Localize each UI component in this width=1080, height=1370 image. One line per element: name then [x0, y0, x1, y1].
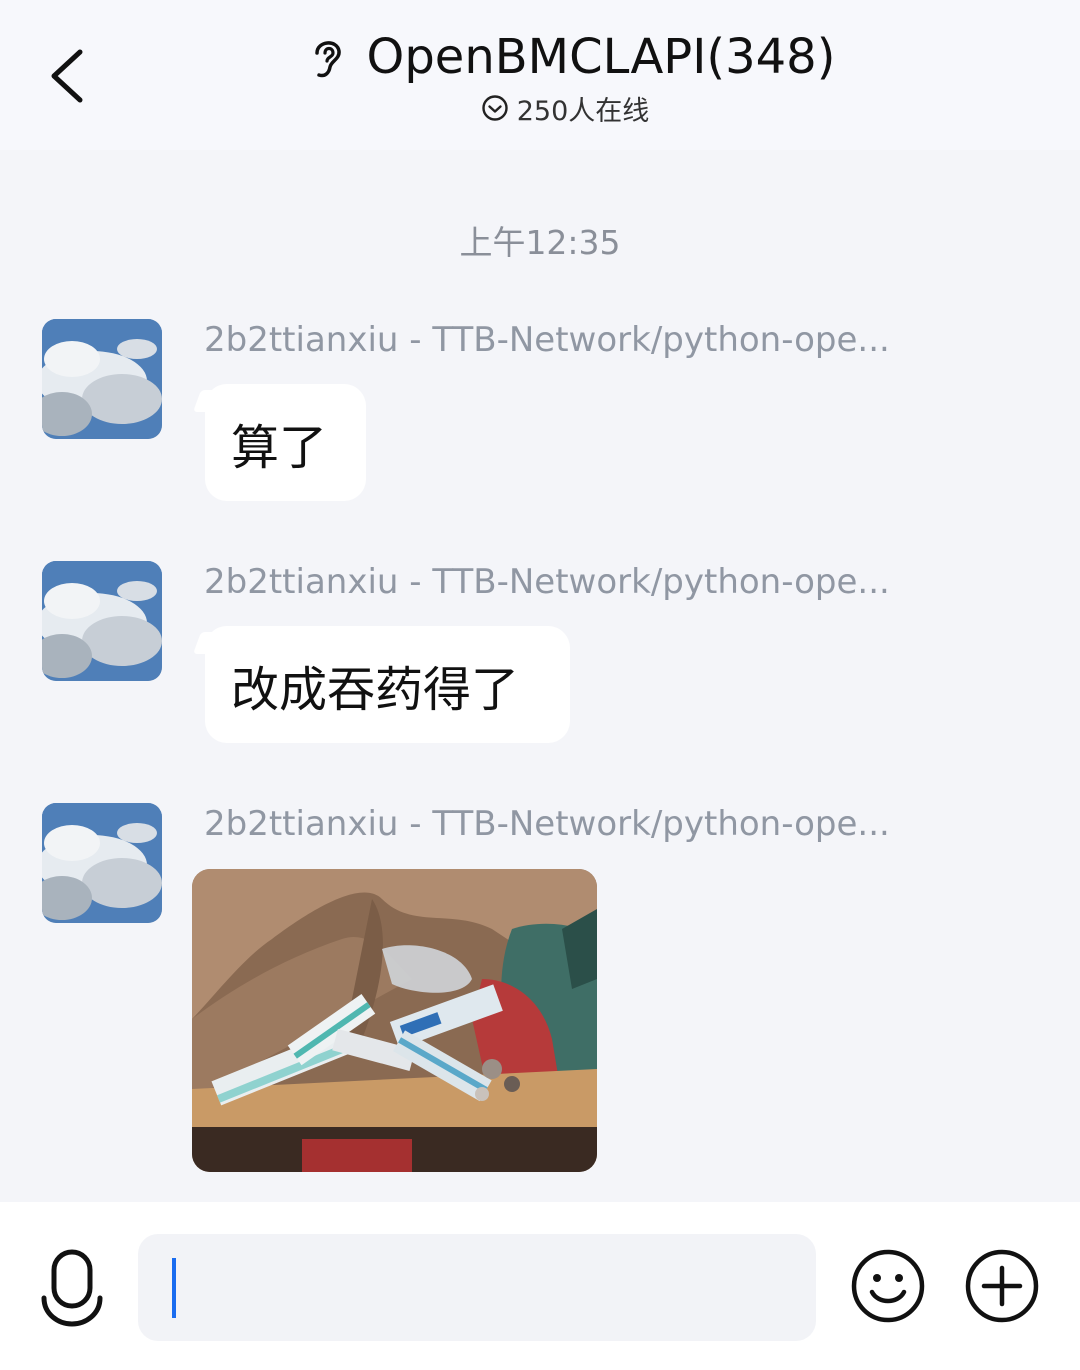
input-bar	[0, 1202, 1080, 1370]
message-bubble[interactable]: 算了	[205, 384, 366, 501]
microphone-icon	[41, 1249, 103, 1327]
message-timestamp: 上午12:35	[459, 223, 621, 262]
ear-icon	[314, 41, 341, 78]
sender-name[interactable]: 2b2ttianxiu - TTB-Network/python-ope...	[204, 320, 890, 360]
avatar[interactable]	[42, 803, 162, 923]
online-status[interactable]: 250人在线	[0, 88, 1080, 128]
plus-circle-icon	[965, 1249, 1039, 1323]
cloud-avatar-image	[42, 319, 162, 439]
message-input[interactable]	[138, 1234, 816, 1341]
message-text: 改成吞药得了	[231, 661, 520, 718]
cloud-avatar-image	[42, 803, 162, 923]
smiley-icon	[851, 1249, 925, 1323]
emoji-button[interactable]	[850, 1248, 926, 1324]
check-circle-icon	[482, 95, 508, 121]
image-message[interactable]	[192, 869, 597, 1172]
avatar[interactable]	[42, 319, 162, 439]
online-count: 250人在线	[516, 95, 650, 127]
text-caret	[172, 1258, 176, 1318]
group-title: OpenBMCLAPI(348)	[366, 29, 836, 85]
message-text: 算了	[231, 419, 328, 476]
cloud-avatar-image	[42, 561, 162, 681]
voice-button[interactable]	[38, 1246, 106, 1330]
avatar[interactable]	[42, 561, 162, 681]
more-button[interactable]	[964, 1248, 1040, 1324]
medicine-photo-image	[192, 869, 597, 1172]
sender-name[interactable]: 2b2ttianxiu - TTB-Network/python-ope...	[204, 562, 890, 602]
chat-header: OpenBMCLAPI(348) 250人在线	[0, 0, 1080, 150]
message-bubble[interactable]: 改成吞药得了	[205, 626, 570, 743]
sender-name[interactable]: 2b2ttianxiu - TTB-Network/python-ope...	[204, 804, 890, 844]
title-row[interactable]: OpenBMCLAPI(348)	[0, 22, 1080, 92]
